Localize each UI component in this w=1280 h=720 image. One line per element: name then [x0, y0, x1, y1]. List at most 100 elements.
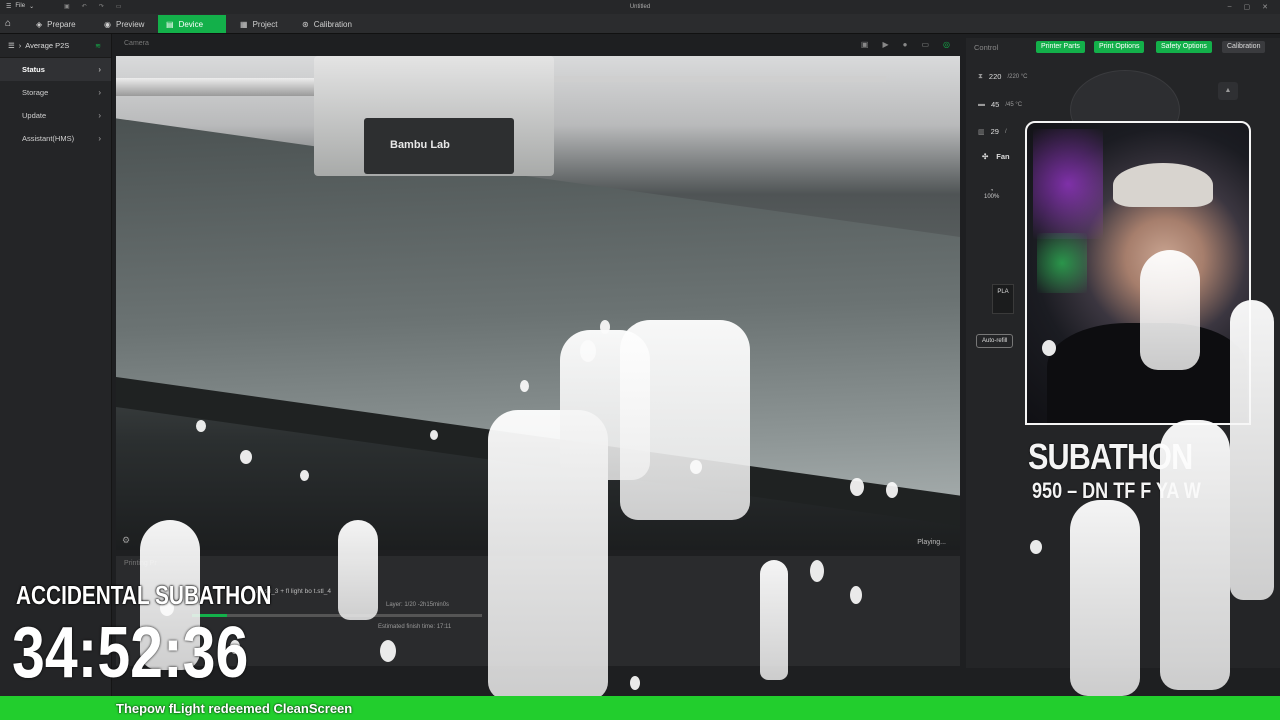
fan-icon: ✣: [982, 152, 989, 161]
camera-toolbar: ▣ ▶ ● ▭ ◎: [861, 40, 950, 49]
drip: [760, 560, 788, 680]
chamber-target: /: [1004, 128, 1007, 135]
sidebar-item-assistant[interactable]: Assistant(HMS) ›: [0, 127, 111, 150]
drip: [1070, 500, 1140, 696]
gear-icon[interactable]: ⚙: [122, 535, 130, 546]
chevron-right-icon: ›: [98, 65, 101, 74]
chevron-right-icon: ›: [98, 134, 101, 143]
sidebar-item-label: Assistant(HMS): [22, 134, 75, 143]
maximize-icon[interactable]: ▢: [1244, 3, 1251, 11]
calibration-button[interactable]: Calibration: [1222, 41, 1266, 53]
drip: [1230, 300, 1274, 600]
splash-dot: [430, 430, 438, 440]
tab-device[interactable]: ▤ Device: [158, 15, 226, 33]
splash-dot: [690, 460, 702, 474]
printer-icon: ▤: [166, 19, 174, 29]
nozzle-temp-row[interactable]: ⧗ 220 /220 °C: [978, 72, 1028, 81]
tab-preview[interactable]: ◉ Preview: [96, 15, 152, 33]
auto-refill-button[interactable]: Auto-refill: [976, 334, 1014, 348]
minimize-icon[interactable]: –: [1228, 3, 1232, 11]
printer-name: Average P2S: [25, 41, 70, 50]
home-icon[interactable]: ⌂: [5, 18, 17, 30]
toolhead-brand: Bambu Lab: [390, 139, 450, 151]
splash-dot: [630, 676, 640, 690]
fan-row[interactable]: ✣ Fan: [982, 152, 1010, 161]
printer-selector[interactable]: ☰ › Average P2S ≋: [0, 34, 111, 58]
tab-label: Device: [178, 19, 204, 29]
chamber-icon: ▥: [978, 128, 985, 136]
video-icon[interactable]: ▶: [882, 40, 888, 49]
bed-temp: 45: [991, 100, 1000, 109]
ams-slot[interactable]: PLA: [992, 284, 1014, 314]
sidebar-item-label: Storage: [22, 88, 49, 97]
toolhead: [314, 56, 554, 176]
chevron-right-icon: ›: [98, 111, 101, 120]
bed-temp-row[interactable]: ▬ 45 /45 °C: [978, 100, 1022, 109]
drip: [1160, 420, 1230, 690]
printer-parts-button[interactable]: Printer Parts: [1036, 41, 1085, 53]
record-icon[interactable]: ●: [903, 40, 908, 49]
splash-dot: [520, 380, 529, 392]
accidental-subathon-title: ACCIDENTAL SUBATHON: [16, 580, 272, 610]
drip: [620, 320, 750, 520]
list-icon: ☰: [8, 41, 15, 50]
safety-options-button[interactable]: Safety Options: [1156, 41, 1212, 53]
remaining-time: -2h15min0s: [417, 602, 450, 608]
main-tab-bar: ⌂ ◈ Prepare ◉ Preview ▤ Device ▦ Project…: [0, 14, 1280, 34]
timelapse-icon[interactable]: ▣: [861, 40, 869, 49]
document-icon: ▦: [240, 19, 248, 29]
camera-header-label: Camera: [124, 40, 149, 47]
tab-label: Calibration: [313, 19, 352, 29]
control-header: Control: [974, 43, 999, 52]
tab-label: Preview: [115, 19, 145, 29]
subathon-timer: 34:52:36: [12, 613, 249, 693]
tab-label: Prepare: [47, 19, 76, 29]
sidebar-item-label: Status: [22, 65, 45, 74]
splash-dot: [300, 470, 309, 481]
layer-info: Layer: 1/20 -2h15min0s: [386, 602, 449, 608]
window-controls: – ▢ ✕: [1228, 3, 1268, 11]
tab-label: Project: [252, 19, 278, 29]
close-icon[interactable]: ✕: [1262, 3, 1268, 11]
calibration-icon: ⊛: [302, 19, 309, 29]
tab-prepare[interactable]: ◈ Prepare: [28, 15, 84, 33]
tab-project[interactable]: ▦ Project: [232, 15, 285, 33]
drip: [1140, 250, 1200, 370]
sidebar-item-update[interactable]: Update ›: [0, 104, 111, 127]
tab-calibration[interactable]: ⊛ Calibration: [294, 15, 360, 33]
splash-dot: [600, 320, 610, 334]
nozzle-icon: ⧗: [978, 72, 983, 80]
camera-settings-icon[interactable]: ▭: [921, 40, 929, 49]
live-icon[interactable]: ◎: [943, 40, 950, 49]
fan-label: Fan: [996, 152, 1010, 161]
gantry-rail: [546, 76, 886, 82]
z-up-button[interactable]: ▲: [1218, 82, 1238, 100]
splash-dot: [380, 640, 396, 662]
streamer-hair: [1113, 163, 1213, 207]
chamber-temp: 29: [990, 127, 999, 136]
print-options-button[interactable]: Print Options: [1094, 41, 1145, 53]
chevron-right-icon: ›: [18, 41, 22, 50]
splash-dot: [850, 478, 864, 496]
app-window: ☰ File ⌄ ▣ ↶ ↷ ▭ Untitled – ▢ ✕ ⌂ ◈ Prep…: [0, 0, 1280, 720]
bed-target: /45 °C: [1005, 101, 1023, 108]
speed-percent: 100%: [984, 194, 1000, 200]
chamber-temp-row: ▥ 29 /: [978, 127, 1007, 136]
window-title: Untitled: [629, 4, 651, 10]
ams-slot-label: PLA: [997, 289, 1009, 295]
cube-icon: ◈: [36, 19, 43, 29]
sidebar-item-status[interactable]: Status ›: [0, 58, 111, 81]
bed-icon: ▬: [978, 101, 985, 108]
splash-dot: [850, 586, 862, 604]
splash-dot: [1042, 340, 1056, 356]
splash-dot: [196, 420, 206, 432]
speed-control[interactable]: ◔ 100%: [984, 188, 999, 200]
drip: [338, 520, 378, 620]
sidebar-item-storage[interactable]: Storage ›: [0, 81, 111, 104]
finish-time: Estimated finish time: 17:11: [378, 624, 452, 630]
wifi-icon: ≋: [95, 42, 101, 50]
chevron-right-icon: ›: [98, 88, 101, 97]
splash-dot: [240, 450, 252, 464]
eye-icon: ◉: [104, 19, 111, 29]
nozzle-target: /220 °C: [1007, 73, 1028, 80]
